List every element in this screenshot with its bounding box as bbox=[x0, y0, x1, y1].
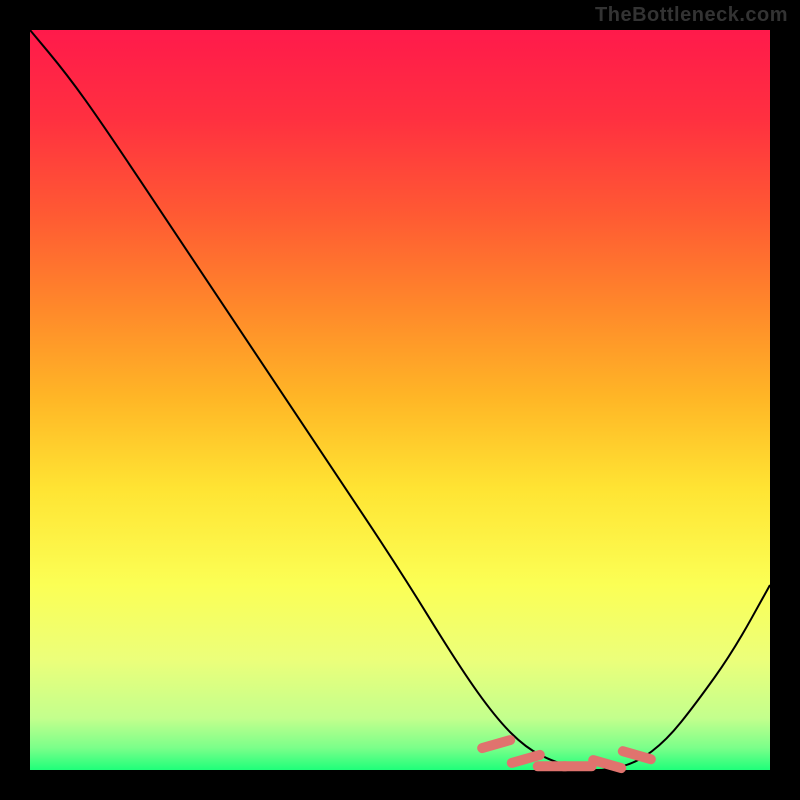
bottleneck-curve bbox=[30, 30, 770, 770]
curve-layer bbox=[30, 30, 770, 770]
trough-marker bbox=[593, 760, 621, 768]
trough-marker bbox=[512, 755, 540, 763]
watermark-text: TheBottleneck.com bbox=[595, 4, 788, 27]
marker-group bbox=[482, 740, 651, 768]
trough-marker bbox=[623, 751, 651, 759]
chart-frame: TheBottleneck.com bbox=[0, 0, 800, 800]
plot-area bbox=[30, 30, 770, 770]
trough-marker bbox=[482, 740, 510, 748]
